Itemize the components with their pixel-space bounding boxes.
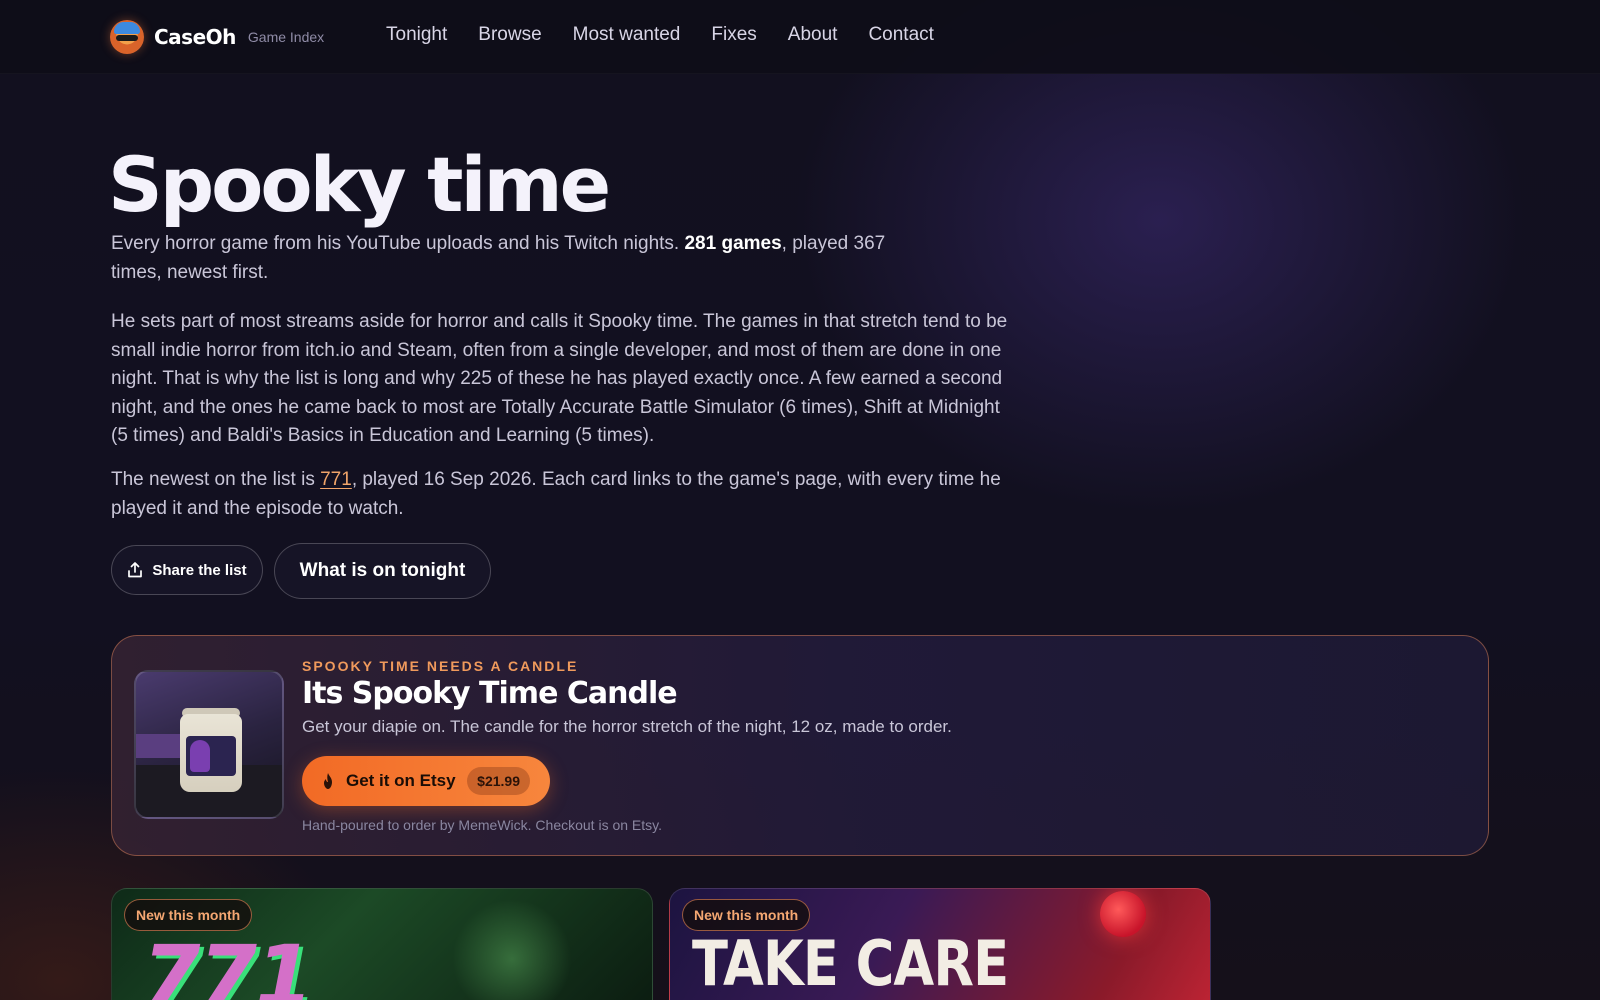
candle-promo: SPOOKY TIME NEEDS A CANDLE Its Spooky Ti…: [111, 635, 1489, 856]
newest-text: The newest on the list is 771, played 16…: [111, 466, 1011, 523]
nav-link-about[interactable]: About: [788, 24, 838, 46]
nav-link-most-wanted[interactable]: Most wanted: [573, 24, 681, 46]
description-text: He sets part of most streams aside for h…: [111, 311, 1008, 446]
nav-link-fixes[interactable]: Fixes: [711, 24, 756, 46]
card-art-title: TAKE CARE: [692, 927, 1009, 1000]
card-art-title: 771: [142, 927, 313, 1000]
tonight-label: What is on tonight: [299, 560, 466, 581]
intro-pre: Every horror game from his YouTube uploa…: [111, 233, 685, 254]
game-card-771[interactable]: 771 New this month: [111, 888, 653, 1000]
intro-text: Every horror game from his YouTube uploa…: [111, 230, 931, 287]
caseoh-avatar-icon: [110, 20, 144, 54]
share-list-button[interactable]: Share the list: [111, 545, 263, 595]
top-nav: CaseOh Game Index Tonight Browse Most wa…: [0, 0, 1600, 74]
new-badge: New this month: [682, 899, 811, 931]
promo-kicker: SPOOKY TIME NEEDS A CANDLE: [302, 658, 579, 674]
promo-description: Get your diapie on. The candle for the h…: [302, 717, 952, 736]
nav-link-tonight[interactable]: Tonight: [386, 24, 447, 46]
candle-image[interactable]: [134, 670, 284, 819]
share-icon: [128, 562, 143, 578]
nav-link-browse[interactable]: Browse: [478, 24, 541, 46]
card-art-figure: [452, 899, 572, 1000]
newest-pre: The newest on the list is: [111, 469, 321, 490]
game-count: 281 games: [684, 233, 782, 254]
etsy-button-label: Get it on Etsy: [346, 771, 456, 790]
brand-name: CaseOh: [154, 25, 236, 49]
card-art-moon: [1100, 891, 1146, 937]
etsy-button[interactable]: Get it on Etsy $21.99: [302, 756, 550, 806]
game-card-take-care[interactable]: TAKE CARE New this month: [669, 888, 1211, 1000]
share-list-label: Share the list: [152, 561, 247, 579]
flame-icon: [324, 773, 332, 789]
promo-note: Hand-poured to order by MemeWick. Checko…: [302, 817, 663, 833]
brand-logo[interactable]: CaseOh Game Index: [110, 20, 324, 54]
page-title: Spooky time: [108, 140, 611, 229]
tonight-button[interactable]: What is on tonight: [274, 543, 491, 599]
newest-game-link[interactable]: 771: [320, 469, 352, 490]
promo-title: Its Spooky Time Candle: [302, 676, 678, 711]
price-badge: $21.99: [467, 767, 530, 795]
nav-links: Tonight Browse Most wanted Fixes About C…: [386, 24, 965, 46]
nav-link-contact[interactable]: Contact: [868, 24, 933, 46]
new-badge: New this month: [124, 899, 253, 931]
brand-subtitle: Game Index: [247, 29, 325, 45]
